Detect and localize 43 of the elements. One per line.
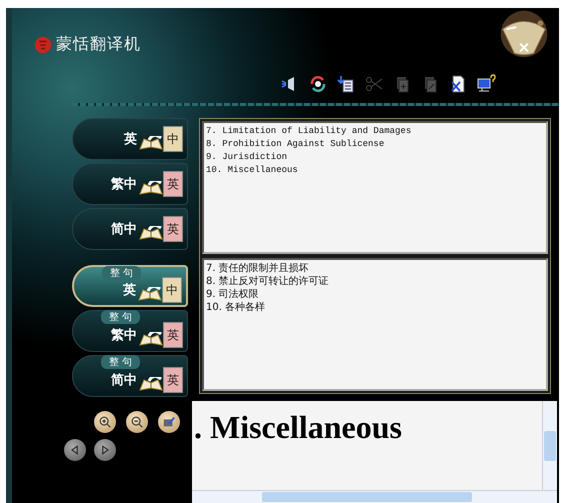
right-arrow-icon — [99, 444, 111, 456]
translate-mode-button[interactable]: 整 句 繁中 英 — [72, 310, 188, 352]
book-icon — [139, 181, 163, 195]
target-language-page: 英 — [163, 367, 183, 393]
translate-mode-button[interactable]: 整 句 简中 英 — [72, 355, 188, 397]
translate-mode-button[interactable]: 英 中 — [72, 118, 188, 160]
translation-text-line: 7. 责任的限制并且损坏 — [206, 262, 310, 275]
source-text-pane[interactable]: 7. Limitation of Liability and Damages 8. Prohibition Against Sublicense 9. Jurisdiction 10. Miscellaneous — [202, 121, 548, 254]
source-text-line: 8. Prohibition Against Sublicense — [206, 138, 386, 151]
left-arrow-icon — [69, 444, 81, 456]
preview-heading: . Miscellaneous — [193, 408, 403, 447]
previous-button[interactable] — [64, 439, 86, 461]
zoom-in-icon — [98, 415, 112, 429]
translation-text-line: 8. 禁止反对可转让的许可证 — [206, 275, 330, 288]
edit-button[interactable] — [158, 411, 180, 433]
translation-text-pane[interactable]: 7. 责任的限制并且损坏 8. 禁止反对可转让的许可证 9. 司法权限 10. 各种各样 — [202, 258, 548, 391]
next-button[interactable] — [94, 439, 116, 461]
seal-logo-icon — [34, 36, 52, 54]
target-language-page: 英 — [163, 171, 183, 197]
vertical-scrollbar[interactable] — [542, 401, 557, 490]
target-language-page: 中 — [163, 126, 183, 152]
translate-mode-button[interactable]: 整 句 英 中 — [72, 265, 188, 307]
target-language-page: 英 — [163, 216, 183, 242]
zoom-out-button[interactable] — [126, 411, 148, 433]
translation-text-line: 10. 各种各样 — [206, 301, 266, 314]
edit-icon — [162, 415, 176, 429]
book-icon — [138, 287, 162, 301]
zoom-in-button[interactable] — [94, 411, 116, 433]
source-text-line: 9. Jurisdiction — [206, 151, 288, 164]
app-title: 蒙恬翻译机 — [56, 34, 141, 55]
book-icon — [139, 226, 163, 240]
zoom-out-icon — [130, 415, 144, 429]
book-icon — [139, 332, 163, 346]
target-language-page: 英 — [163, 322, 183, 348]
source-text-line: 10. Miscellaneous — [206, 164, 299, 177]
book-icon — [139, 377, 163, 391]
horizontal-scrollbar[interactable] — [192, 490, 557, 503]
translate-mode-button[interactable]: 简中 英 — [72, 208, 188, 250]
book-icon — [139, 136, 163, 150]
translation-text-line: 9. 司法权限 — [206, 288, 260, 301]
translate-mode-button[interactable]: 繁中 英 — [72, 163, 188, 205]
source-text-line: 7. Limitation of Liability and Damages — [206, 125, 412, 138]
target-language-page: 中 — [162, 277, 182, 303]
